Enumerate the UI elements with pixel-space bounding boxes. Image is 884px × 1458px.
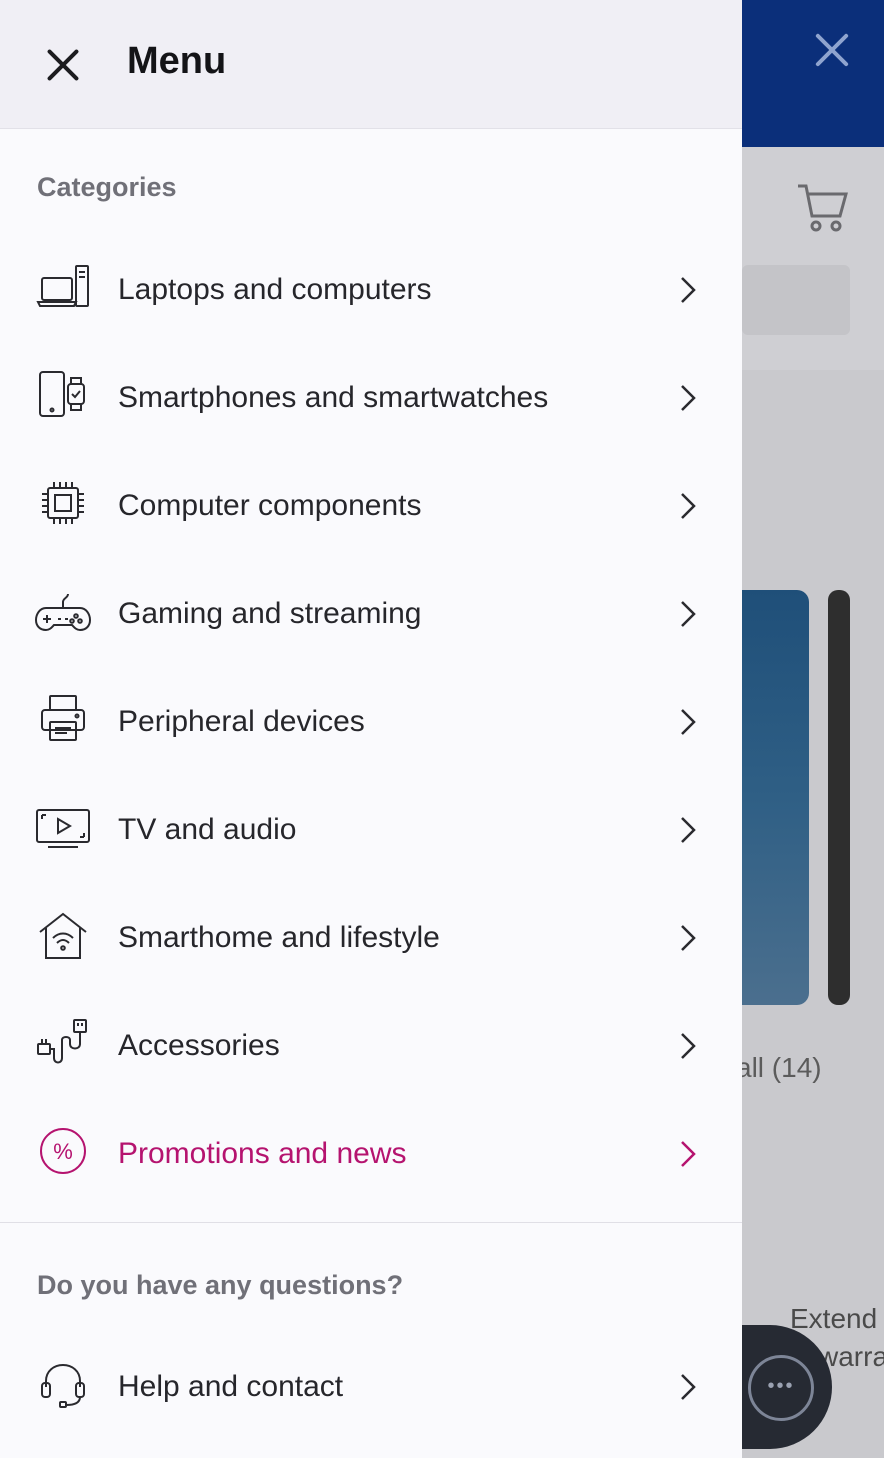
questions-heading: Do you have any questions? bbox=[37, 1270, 404, 1300]
menu-item-smartphones[interactable]: Smartphones and smartwatches bbox=[0, 344, 742, 452]
menu-item-tv-audio[interactable]: TV and audio bbox=[0, 776, 742, 884]
menu-item-components[interactable]: Computer components bbox=[0, 452, 742, 560]
menu-item-label: Accessories bbox=[118, 1029, 280, 1062]
headset-icon bbox=[34, 1355, 92, 1413]
menu-item-accessories[interactable]: Accessories bbox=[0, 992, 742, 1100]
menu-item-label: Gaming and streaming bbox=[118, 597, 422, 630]
background-product-card bbox=[828, 590, 850, 1005]
chevron-right-icon bbox=[681, 709, 696, 735]
chevron-right-icon bbox=[681, 1033, 696, 1059]
menu-item-label: Computer components bbox=[118, 489, 422, 522]
chevron-right-icon bbox=[681, 925, 696, 951]
menu-item-label: Smarthome and lifestyle bbox=[118, 921, 440, 954]
page-title: Menu bbox=[127, 40, 227, 82]
cpu-chip-icon bbox=[34, 474, 92, 532]
section-divider bbox=[0, 1222, 742, 1223]
menu-item-label: Smartphones and smartwatches bbox=[118, 381, 549, 414]
chat-icon: ••• bbox=[748, 1355, 814, 1421]
chevron-right-icon bbox=[681, 385, 696, 411]
drawer-header: Menu bbox=[0, 0, 742, 129]
chevron-right-icon bbox=[681, 1374, 696, 1400]
menu-item-label: Help and contact bbox=[118, 1370, 344, 1403]
percent-icon: % bbox=[34, 1122, 92, 1180]
background-page: all (14) Extend warran ••• bbox=[742, 0, 884, 1458]
chevron-right-icon bbox=[681, 817, 696, 843]
menu-item-smarthome[interactable]: Smarthome and lifestyle bbox=[0, 884, 742, 992]
menu-item-peripherals[interactable]: Peripheral devices bbox=[0, 668, 742, 776]
chevron-right-icon bbox=[681, 1141, 696, 1167]
background-search-bar bbox=[742, 265, 850, 335]
tv-play-icon bbox=[34, 798, 92, 856]
chevron-right-icon bbox=[681, 277, 696, 303]
menu-drawer: Menu Categories Laptops and computers Sm… bbox=[0, 0, 742, 1458]
menu-item-help-contact[interactable]: Help and contact bbox=[0, 1333, 742, 1441]
gamepad-icon bbox=[34, 582, 92, 640]
menu-item-label: Peripheral devices bbox=[118, 705, 365, 738]
chevron-right-icon bbox=[681, 493, 696, 519]
categories-heading: Categories bbox=[37, 172, 177, 202]
smart-home-icon bbox=[34, 906, 92, 964]
background-count-text: all (14) bbox=[742, 1052, 822, 1083]
menu-item-gaming[interactable]: Gaming and streaming bbox=[0, 560, 742, 668]
menu-item-promotions[interactable]: % Promotions and news bbox=[0, 1100, 742, 1208]
svg-text:%: % bbox=[53, 1139, 73, 1164]
laptop-computer-icon bbox=[34, 258, 92, 316]
menu-item-label: TV and audio bbox=[118, 813, 297, 846]
menu-item-laptops[interactable]: Laptops and computers bbox=[0, 236, 742, 344]
menu-item-label: Promotions and news bbox=[118, 1137, 407, 1170]
background-close-icon bbox=[814, 32, 850, 68]
cable-plug-icon bbox=[34, 1014, 92, 1072]
background-product-card bbox=[742, 590, 809, 1005]
menu-item-label: Laptops and computers bbox=[118, 273, 432, 306]
close-icon[interactable] bbox=[38, 40, 88, 90]
cart-icon bbox=[798, 184, 848, 232]
chevron-right-icon bbox=[681, 601, 696, 627]
background-header bbox=[742, 0, 884, 147]
smartphone-watch-icon bbox=[34, 366, 92, 424]
printer-icon bbox=[34, 690, 92, 748]
